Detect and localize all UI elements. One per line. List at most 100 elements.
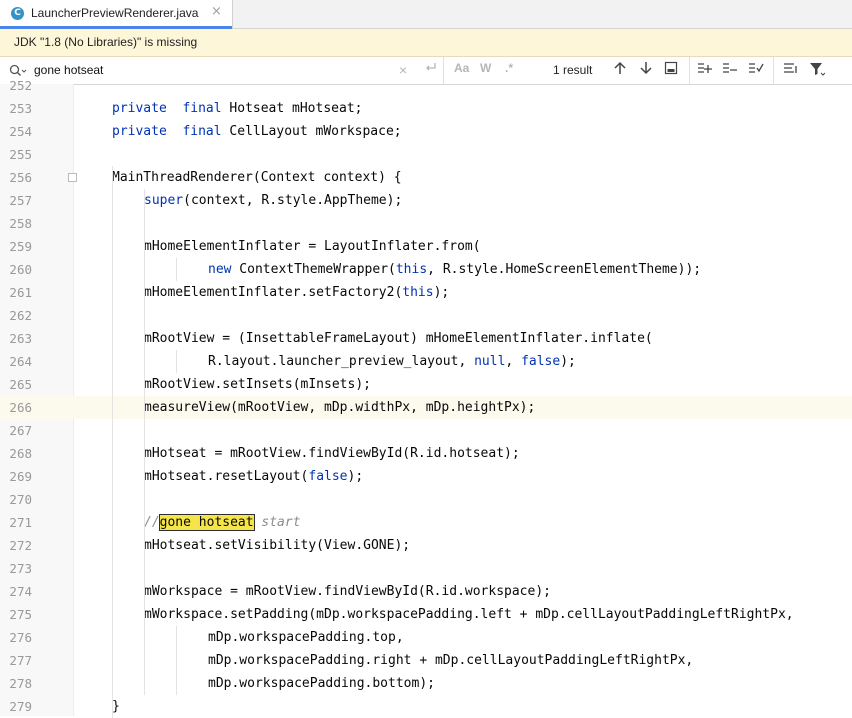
code-text[interactable]: mDp.workspacePadding.bottom); (208, 672, 435, 695)
line-number: 275 (9, 607, 32, 622)
code-line[interactable]: 259 mHomeElementInflater = LayoutInflater… (0, 235, 852, 258)
code-token: final (182, 124, 222, 139)
fold-toggle-icon[interactable] (68, 173, 77, 182)
code-text[interactable]: mHotseat.resetLayout(false); (144, 465, 363, 488)
code-token: mHomeElementInflater = LayoutInflater.fr… (144, 239, 481, 254)
code-line[interactable]: 276 mDp.workspacePadding.top, (0, 626, 852, 649)
match-case-toggle[interactable]: Aa (454, 61, 469, 75)
code-editor[interactable]: 252 253 private final Hotseat mHotseat; 254… (0, 78, 852, 718)
code-line[interactable]: 264 R.layout.launcher_preview_layout, nul… (0, 350, 852, 373)
code-text[interactable]: mWorkspace = mRootView.findViewById(R.id… (144, 580, 551, 603)
code-line[interactable]: 268 mHotseat = mRootView.findViewById(R.i… (0, 442, 852, 465)
close-tab-icon[interactable]: × (211, 4, 222, 19)
line-number: 267 (9, 423, 32, 438)
java-class-icon: C (11, 7, 24, 20)
code-line[interactable]: 270 (0, 488, 852, 511)
code-text[interactable]: mRootView = (InsettableFrameLayout) mHom… (144, 327, 653, 350)
code-line[interactable]: 253 private final Hotseat mHotseat; (0, 97, 852, 120)
code-text[interactable]: MainThreadRenderer(Context context) { (112, 166, 402, 189)
code-line[interactable]: 261 mHomeElementInflater.setFactory2(this… (0, 281, 852, 304)
code-token: mWorkspace = mRootView.findViewById(R.id… (144, 584, 551, 599)
code-line[interactable]: 252 (0, 74, 852, 97)
banner-text: JDK "1.8 (No Libraries)" is missing (14, 35, 198, 49)
code-line[interactable]: 255 (0, 143, 852, 166)
code-line[interactable]: 277 mDp.workspacePadding.right + mDp.cell… (0, 649, 852, 672)
code-text[interactable]: super(context, R.style.AppTheme); (144, 189, 402, 212)
line-number: 271 (9, 515, 32, 530)
code-line[interactable]: 254 private final CellLayout mWorkspace; (0, 120, 852, 143)
code-text[interactable]: mHotseat.setVisibility(View.GONE); (144, 534, 410, 557)
line-number: 260 (9, 262, 32, 277)
code-line[interactable]: 263 mRootView = (InsettableFrameLayout) m… (0, 327, 852, 350)
line-number: 270 (9, 492, 32, 507)
code-text[interactable]: new ContextThemeWrapper(this, R.style.Ho… (208, 258, 701, 281)
tab-launcher-preview-renderer[interactable]: C LauncherPreviewRenderer.java × (0, 0, 233, 29)
line-number: 269 (9, 469, 32, 484)
code-token: ); (347, 469, 364, 484)
line-number: 259 (9, 239, 32, 254)
code-token: mWorkspace.setPadding(mDp.workspacePaddi… (144, 607, 794, 622)
code-token: mRootView = (InsettableFrameLayout) mHom… (144, 331, 653, 346)
line-number: 272 (9, 538, 32, 553)
code-line[interactable]: 262 (0, 304, 852, 327)
code-token: mDp.workspacePadding.top, (208, 630, 404, 645)
code-text[interactable]: mDp.workspacePadding.top, (208, 626, 404, 649)
code-text[interactable]: R.layout.launcher_preview_layout, null, … (208, 350, 576, 373)
line-number: 253 (9, 101, 32, 116)
code-line[interactable]: 260 new ContextThemeWrapper(this, R.style… (0, 258, 852, 281)
code-line[interactable]: 273 (0, 557, 852, 580)
code-text[interactable]: mHomeElementInflater.setFactory2(this); (144, 281, 449, 304)
code-text[interactable]: measureView(mRootView, mDp.widthPx, mDp.… (144, 396, 535, 419)
code-token: mRootView.setInsets(mInsets); (144, 377, 371, 392)
code-text[interactable]: private final CellLayout mWorkspace; (112, 120, 402, 143)
code-text[interactable]: mRootView.setInsets(mInsets); (144, 373, 371, 396)
code-token: mHotseat.resetLayout( (144, 469, 309, 484)
code-line[interactable]: 271 //gone hotseat start (0, 511, 852, 534)
code-token: false (308, 469, 348, 484)
indent-guide (144, 189, 145, 695)
code-token: this (402, 285, 434, 300)
code-text[interactable]: private final Hotseat mHotseat; (112, 97, 362, 120)
code-text[interactable]: mDp.workspacePadding.right + mDp.cellLay… (208, 649, 693, 672)
line-number: 262 (9, 308, 32, 323)
code-token: // (144, 515, 160, 530)
code-line[interactable]: 272 mHotseat.setVisibility(View.GONE); (0, 534, 852, 557)
code-token: mHomeElementInflater.setFactory2( (144, 285, 403, 300)
editor-tab-bar: C LauncherPreviewRenderer.java × (0, 0, 852, 29)
code-token: R.layout.launcher_preview_layout, (208, 354, 475, 369)
code-line[interactable]: 267 (0, 419, 852, 442)
line-number: 273 (9, 561, 32, 576)
code-line[interactable]: 278 mDp.workspacePadding.bottom); (0, 672, 852, 695)
regex-toggle[interactable]: .* (505, 61, 513, 75)
code-token: (context, R.style.AppTheme); (183, 193, 403, 208)
code-token: Hotseat mHotseat; (221, 101, 363, 116)
code-token: MainThreadRenderer(Context context) { (112, 170, 402, 185)
line-number: 278 (9, 676, 32, 691)
code-line[interactable]: 265 mRootView.setInsets(mInsets); (0, 373, 852, 396)
whole-words-toggle[interactable]: W (480, 61, 491, 75)
code-line[interactable]: 256 MainThreadRenderer(Context context) { (0, 166, 852, 189)
code-line[interactable]: 275 mWorkspace.setPadding(mDp.workspacePa… (0, 603, 852, 626)
code-line[interactable]: 266 measureView(mRootView, mDp.widthPx, m… (0, 396, 852, 419)
code-text[interactable]: mWorkspace.setPadding(mDp.workspacePaddi… (144, 603, 794, 626)
code-line[interactable]: 274 mWorkspace = mRootView.findViewById(R… (0, 580, 852, 603)
line-number: 276 (9, 630, 32, 645)
search-match-highlight: gone hotseat (158, 514, 255, 531)
indent-guide (176, 626, 177, 695)
code-token: , R.style.HomeScreenElementTheme)); (427, 262, 702, 277)
code-text[interactable]: mHomeElementInflater = LayoutInflater.fr… (144, 235, 481, 258)
code-text[interactable]: mHotseat = mRootView.findViewById(R.id.h… (144, 442, 520, 465)
code-line[interactable]: 269 mHotseat.resetLayout(false); (0, 465, 852, 488)
code-token: private (112, 101, 167, 116)
code-text[interactable]: } (112, 695, 120, 718)
code-line[interactable]: 279} (0, 695, 852, 718)
code-token: measureView(mRootView, mDp.widthPx, mDp.… (144, 400, 536, 415)
code-line[interactable]: 258 (0, 212, 852, 235)
tab-label: LauncherPreviewRenderer.java (31, 6, 199, 20)
line-number: 255 (9, 147, 32, 162)
code-token: null (474, 354, 506, 369)
line-number: 261 (9, 285, 32, 300)
code-text[interactable]: //gone hotseat start (144, 511, 301, 534)
code-line[interactable]: 257 super(context, R.style.AppTheme); (0, 189, 852, 212)
